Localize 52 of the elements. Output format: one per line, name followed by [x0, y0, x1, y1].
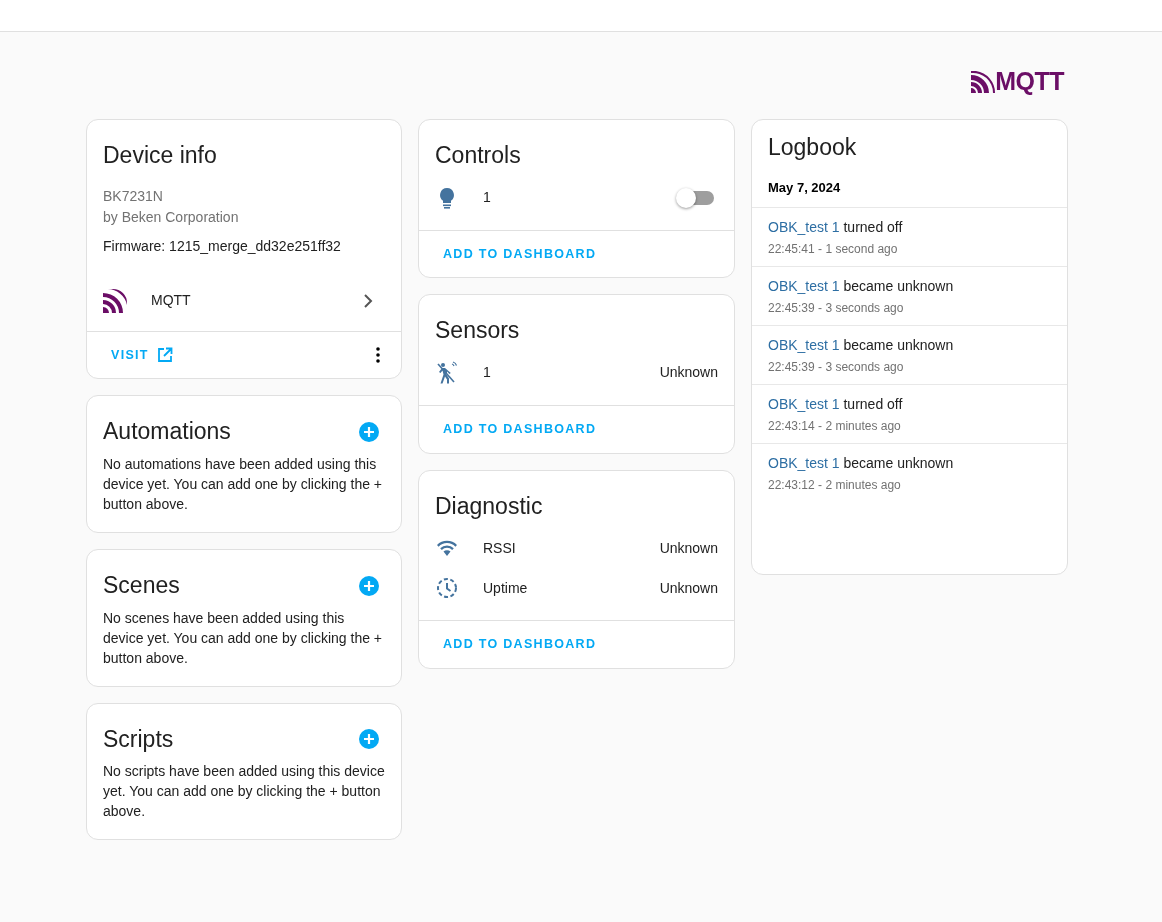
- logbook-time: 22:45:41 - 1 second ago: [768, 241, 899, 259]
- add-button[interactable]: [357, 573, 381, 598]
- logbook-time: 22:43:14 - 2 minutes ago: [768, 418, 902, 436]
- card-title: Diagnostic: [435, 492, 544, 521]
- device-manufacturer: by Beken Corporation: [103, 207, 240, 227]
- card-title: Controls: [435, 142, 522, 170]
- mqtt-icon: [103, 288, 127, 313]
- integration-row[interactable]: MQTT: [103, 278, 385, 323]
- card-title: Sensors: [435, 317, 521, 345]
- toggle-switch[interactable]: [678, 190, 714, 205]
- empty-state-text: No automations have been added using this device yet. You can add one by clicking the + button above.: [103, 454, 384, 514]
- add-button[interactable]: [357, 420, 381, 445]
- entity-link[interactable]: OBK_test 1: [768, 278, 840, 295]
- card-title: Scripts: [103, 725, 174, 754]
- device-model: BK7231N: [103, 186, 164, 206]
- logbook-date: May 7, 2024: [767, 178, 842, 197]
- entity-state: Unknown: [659, 538, 718, 558]
- logbook-time: 22:43:12 - 2 minutes ago: [768, 477, 902, 495]
- card-title: Automations: [103, 418, 231, 446]
- entity-link[interactable]: OBK_test 1: [768, 219, 840, 236]
- firmware-version: Firmware: 1215_merge_dd32e251ff32: [103, 236, 342, 256]
- logbook-message: turned off: [843, 219, 903, 236]
- entity-name[interactable]: RSSI: [483, 539, 516, 556]
- entity-state: Unknown: [659, 363, 718, 383]
- entity-link[interactable]: OBK_test 1: [768, 337, 840, 354]
- logbook-message: became unknown: [843, 278, 954, 295]
- card-title: Logbook: [767, 133, 858, 162]
- empty-state-text: No scenes have been added using this device yet. You can add one by clicking the + button above.: [103, 608, 384, 668]
- logbook-time: 22:45:39 - 3 seconds ago: [768, 300, 905, 318]
- entity-state: Unknown: [659, 578, 718, 598]
- entity-link[interactable]: OBK_test 1: [768, 455, 840, 472]
- empty-state-text: No scripts have been added using this device yet. You can add one by clicking the + button above.: [103, 762, 385, 822]
- wifi-icon: [436, 539, 458, 558]
- entity-name[interactable]: 1: [483, 364, 491, 381]
- add-button[interactable]: [357, 727, 381, 752]
- entity-name[interactable]: 1: [483, 189, 491, 206]
- logbook-message: became unknown: [843, 337, 954, 354]
- integration-name: MQTT: [151, 292, 191, 309]
- bulb-icon: [438, 186, 456, 209]
- mqtt-logo: MQTT: [971, 62, 1064, 101]
- card-title: Device info: [103, 142, 218, 170]
- more-options-icon: [376, 346, 380, 363]
- entity-name[interactable]: Uptime: [483, 579, 528, 596]
- card-title: Scenes: [103, 571, 180, 600]
- entity-link[interactable]: OBK_test 1: [768, 396, 840, 413]
- clock-icon: [436, 577, 458, 600]
- walking-person-icon: [435, 360, 459, 385]
- chevron-right-icon: [363, 293, 373, 308]
- logbook-message: turned off: [843, 396, 903, 413]
- logbook-time: 22:45:39 - 3 seconds ago: [768, 359, 905, 377]
- logbook-message: became unknown: [843, 455, 954, 472]
- external-link-icon: [156, 346, 173, 363]
